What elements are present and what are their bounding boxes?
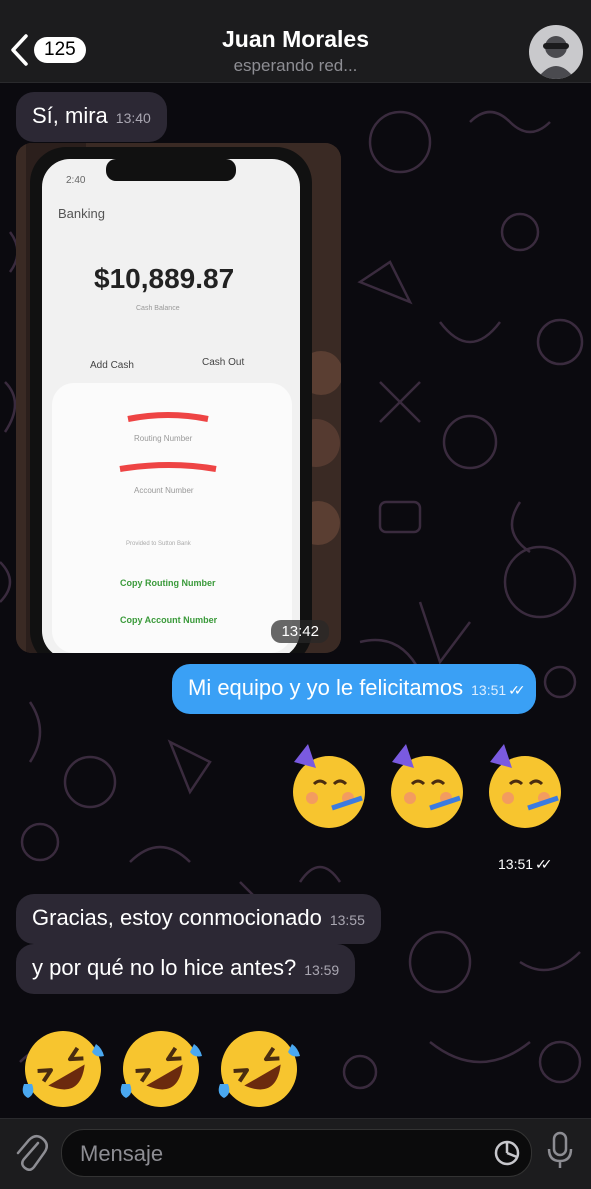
message-text: y por qué no lo hice antes?: [32, 955, 297, 980]
partying-face-emoji-icon: [391, 744, 463, 828]
chat-header: 125 Juan Morales esperando red...: [0, 0, 591, 83]
connection-status: esperando red...: [233, 56, 358, 75]
emoji-message[interactable]: [18, 1024, 312, 1114]
message-time: 13:59: [304, 962, 340, 978]
message-text: Mi equipo y yo le felicitamos: [188, 675, 464, 700]
screen-account-label: Account Number: [134, 486, 194, 495]
partying-face-emoji-icon: [293, 744, 365, 828]
rolling-on-floor-laughing-emoji-icon: [22, 1031, 104, 1107]
screen-add-cash: Add Cash: [90, 360, 134, 371]
phone-screenshot-image: 2:40 Banking $10,889.87 Cash Balance Add…: [16, 143, 341, 653]
read-checkmarks-icon: ✓✓: [508, 682, 526, 698]
message-input[interactable]: [78, 1130, 482, 1178]
microphone-icon[interactable]: [545, 1131, 575, 1171]
message-bubble-incoming[interactable]: y por qué no lo hice antes? 13:59: [16, 944, 356, 994]
message-input-bar: [0, 1118, 591, 1189]
screen-status-time: 2:40: [66, 175, 86, 186]
screen-copy-routing: Copy Routing Number: [120, 578, 216, 588]
user-avatar-icon: [537, 36, 575, 79]
rolling-on-floor-laughing-emoji-icon: [218, 1031, 300, 1107]
screen-balance-label: Cash Balance: [136, 305, 180, 312]
screen-routing-label: Routing Number: [134, 434, 193, 443]
message-bubble-incoming[interactable]: Gracias, estoy conmocionado 13:55: [16, 894, 381, 944]
emoji-message-time: 13:51 ✓✓: [498, 856, 553, 873]
message-text: Gracias, estoy conmocionado: [32, 905, 322, 930]
contact-name[interactable]: Juan Morales: [0, 26, 591, 53]
avatar[interactable]: [529, 25, 583, 79]
read-checkmarks-icon: ✓✓: [535, 856, 553, 872]
screen-provided-by: Provided to Sutton Bank: [126, 541, 192, 547]
message-bubble-incoming[interactable]: Sí, mira 13:40: [16, 92, 167, 142]
screen-balance: $10,889.87: [94, 263, 234, 294]
photo-message[interactable]: 2:40 Banking $10,889.87 Cash Balance Add…: [16, 143, 341, 653]
emoji-message[interactable]: [284, 742, 578, 832]
rolling-on-floor-laughing-emoji-icon: [120, 1031, 202, 1107]
message-time: 13:40: [115, 110, 151, 126]
sticker-icon[interactable]: [493, 1139, 521, 1167]
screen-app-title: Banking: [58, 206, 105, 221]
message-time: 13:51: [471, 682, 507, 698]
message-time: 13:51: [498, 856, 534, 872]
message-text: Sí, mira: [32, 103, 108, 128]
screen-cash-out: Cash Out: [202, 357, 244, 368]
paperclip-icon[interactable]: [14, 1133, 48, 1171]
screen-copy-account: Copy Account Number: [120, 615, 218, 625]
photo-time: 13:42: [271, 620, 329, 643]
message-field[interactable]: [61, 1129, 532, 1178]
message-bubble-outgoing[interactable]: Mi equipo y yo le felicitamos 13:51 ✓✓: [172, 664, 536, 714]
message-time: 13:55: [329, 912, 365, 928]
partying-face-emoji-icon: [489, 744, 561, 828]
